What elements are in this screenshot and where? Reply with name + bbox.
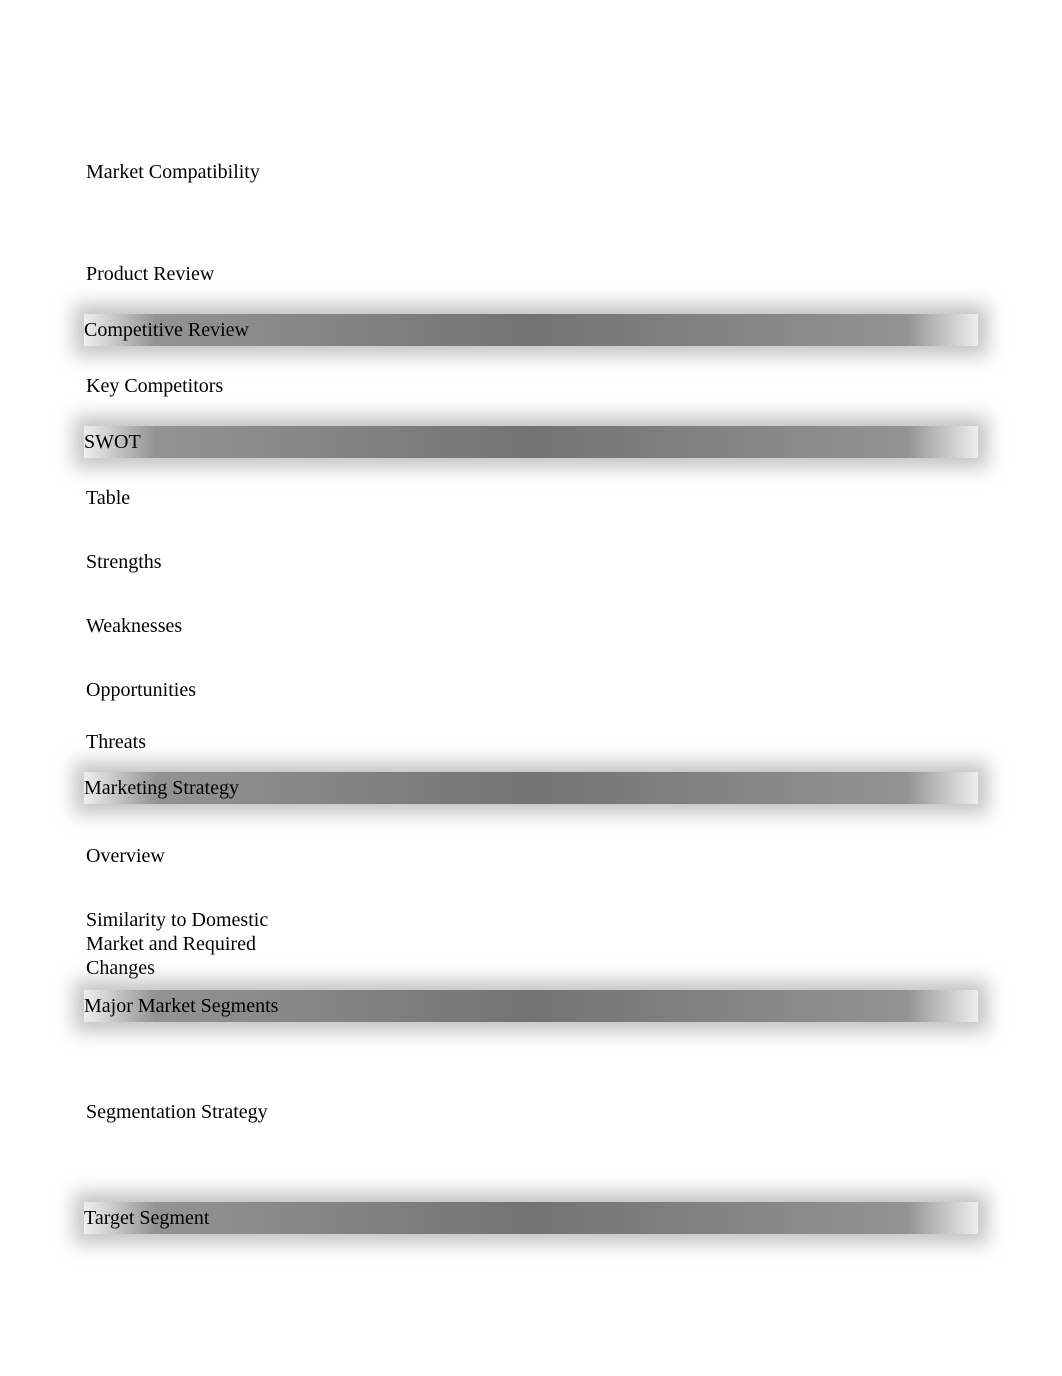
line-2: Market and Required — [86, 933, 256, 955]
heading-competitive-review: Competitive Review — [84, 314, 978, 346]
text-weaknesses: Weaknesses — [86, 614, 976, 638]
text-table: Table — [86, 486, 976, 510]
text-market-compatibility: Market Compatibility — [86, 160, 976, 184]
text-key-competitors: Key Competitors — [86, 374, 976, 398]
text-segmentation-strategy: Segmentation Strategy — [86, 1100, 976, 1124]
text-threats: Threats — [86, 730, 976, 754]
text-opportunities: Opportunities — [86, 678, 976, 702]
line-3: Changes — [86, 957, 155, 979]
line-1: Similarity to Domestic — [86, 909, 268, 931]
heading-marketing-strategy: Marketing Strategy — [84, 772, 978, 804]
heading-swot: SWOT — [84, 426, 978, 458]
text-product-review: Product Review — [86, 262, 976, 286]
heading-target-segment: Target Segment — [84, 1202, 978, 1234]
document-page: Market Compatibility Product Review Comp… — [0, 0, 1062, 1234]
text-similarity-domestic: Similarity to Domestic Market and Requir… — [86, 908, 296, 980]
text-strengths: Strengths — [86, 550, 976, 574]
text-overview: Overview — [86, 844, 976, 868]
heading-major-market-segments: Major Market Segments — [84, 990, 978, 1022]
